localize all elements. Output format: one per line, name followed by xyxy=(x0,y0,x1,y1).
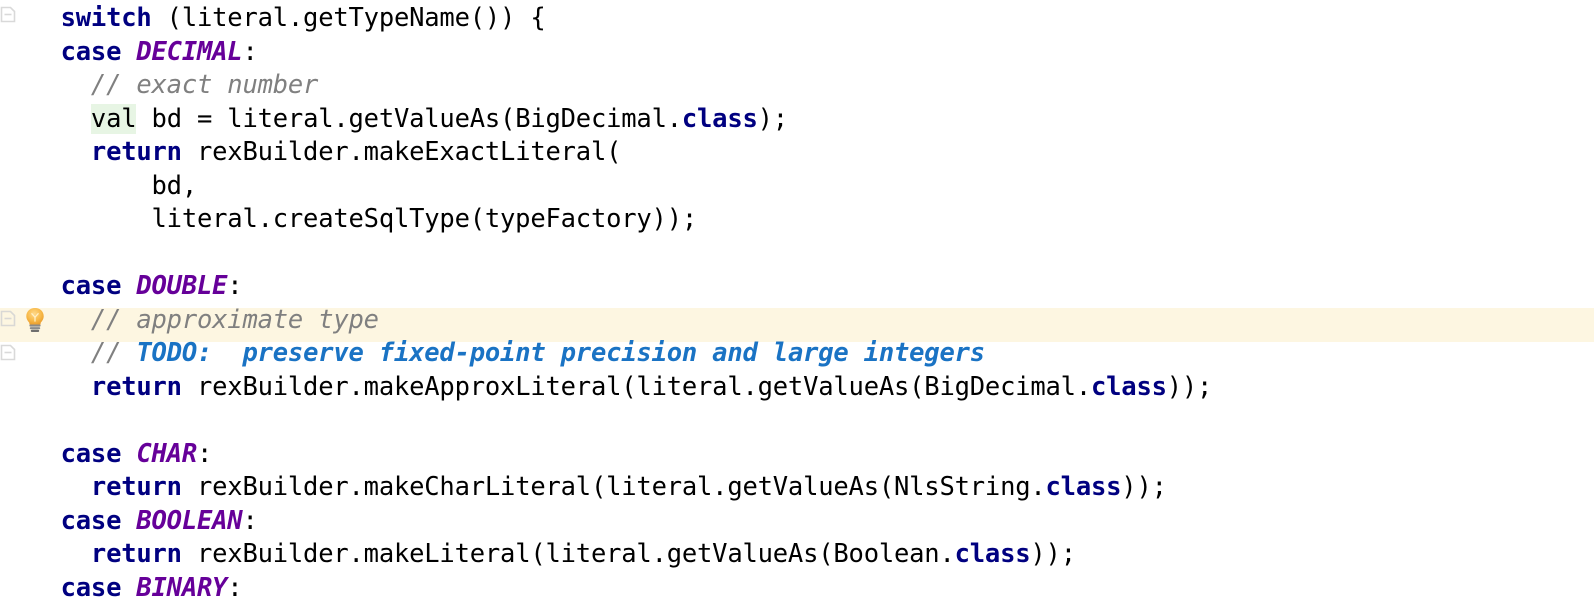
code-token-plain: : xyxy=(227,271,242,301)
code-token-plain: )); xyxy=(1030,539,1075,569)
code-token-plain: )); xyxy=(1167,372,1212,402)
code-token-kw: case xyxy=(61,37,122,67)
code-line[interactable] xyxy=(0,237,1594,271)
code-token-kw: return xyxy=(91,472,182,502)
code-token-plain: rexBuilder.makeCharLiteral(literal.getVa… xyxy=(182,472,1046,502)
fold-marker-collapse-icon[interactable] xyxy=(0,310,16,327)
code-line[interactable]: case DOUBLE: xyxy=(0,270,1594,304)
code-token-plain: : xyxy=(197,439,212,469)
code-token-plain: rexBuilder.makeExactLiteral( xyxy=(182,137,621,167)
code-line[interactable]: return rexBuilder.makeApproxLiteral(lite… xyxy=(0,371,1594,405)
code-token-kw: case xyxy=(61,439,122,469)
editor-gutter[interactable] xyxy=(0,0,62,592)
code-line[interactable]: switch (literal.getTypeName()) { xyxy=(0,2,1594,36)
code-token-enumc: BOOLEAN xyxy=(136,506,242,536)
code-token-plain: )); xyxy=(1121,472,1166,502)
code-token-kw: class xyxy=(1046,472,1122,502)
code-line[interactable]: return rexBuilder.makeLiteral(literal.ge… xyxy=(0,538,1594,572)
code-token-plain: bd, xyxy=(152,171,197,201)
code-line[interactable]: case BOOLEAN: xyxy=(0,505,1594,539)
code-token-kw: case xyxy=(61,573,122,603)
code-token-plain: : xyxy=(242,506,257,536)
code-token-enumc: DECIMAL xyxy=(136,37,242,67)
code-token-plain: ); xyxy=(758,104,788,134)
code-token-cmt: // exact number xyxy=(91,70,318,100)
code-token-plain: rexBuilder.makeApproxLiteral(literal.get… xyxy=(182,372,1091,402)
code-token-plain: : xyxy=(242,37,257,67)
code-token-cmt: // xyxy=(91,338,136,368)
code-line[interactable]: // exact number xyxy=(0,69,1594,103)
code-line[interactable] xyxy=(0,404,1594,438)
code-token-plain xyxy=(121,573,136,603)
code-line[interactable]: return rexBuilder.makeCharLiteral(litera… xyxy=(0,471,1594,505)
code-token-cmt: // approximate type xyxy=(91,305,379,335)
code-token-plain xyxy=(121,37,136,67)
code-line[interactable]: return rexBuilder.makeExactLiteral( xyxy=(0,136,1594,170)
code-token-kw: return xyxy=(91,372,182,402)
code-line[interactable]: // approximate type xyxy=(0,304,1594,338)
code-token-plain: bd = literal.getValueAs(BigDecimal. xyxy=(136,104,681,134)
code-token-kw: return xyxy=(91,539,182,569)
code-editor[interactable]: switch (literal.getTypeName()) { case DE… xyxy=(0,0,1594,592)
code-token-plain: (literal.getTypeName()) { xyxy=(152,3,546,33)
code-token-kw: case xyxy=(61,271,122,301)
code-token-plain: : xyxy=(227,573,242,603)
code-line[interactable]: case CHAR: xyxy=(0,438,1594,472)
code-token-ident-hl: val xyxy=(91,104,136,134)
code-token-enumc: DOUBLE xyxy=(136,271,227,301)
code-line[interactable]: val bd = literal.getValueAs(BigDecimal.c… xyxy=(0,103,1594,137)
intention-bulb-icon[interactable] xyxy=(24,307,46,333)
code-token-plain xyxy=(121,506,136,536)
code-token-enumc: CHAR xyxy=(136,439,197,469)
code-line[interactable]: literal.createSqlType(typeFactory)); xyxy=(0,203,1594,237)
code-line[interactable]: // TODO: preserve fixed-point precision … xyxy=(0,337,1594,371)
code-token-kw: class xyxy=(1091,372,1167,402)
code-text-area[interactable]: switch (literal.getTypeName()) { case DE… xyxy=(0,0,1594,605)
code-token-kw: return xyxy=(91,137,182,167)
code-line[interactable]: case BINARY: xyxy=(0,572,1594,605)
code-token-kw: switch xyxy=(61,3,152,33)
code-token-todo: TODO: preserve fixed-point precision and… xyxy=(136,338,985,368)
code-line[interactable]: bd, xyxy=(0,170,1594,204)
code-token-plain xyxy=(121,271,136,301)
fold-marker-collapse-icon[interactable] xyxy=(0,344,16,361)
code-token-kw: case xyxy=(61,506,122,536)
fold-marker-collapse-icon[interactable] xyxy=(0,6,16,23)
code-token-kw: class xyxy=(955,539,1031,569)
code-token-enumc: BINARY xyxy=(136,573,227,603)
code-line[interactable]: case DECIMAL: xyxy=(0,36,1594,70)
code-token-plain xyxy=(121,439,136,469)
code-token-plain: rexBuilder.makeLiteral(literal.getValueA… xyxy=(182,539,955,569)
code-token-plain: literal.createSqlType(typeFactory)); xyxy=(152,204,697,234)
code-token-kw: class xyxy=(682,104,758,134)
